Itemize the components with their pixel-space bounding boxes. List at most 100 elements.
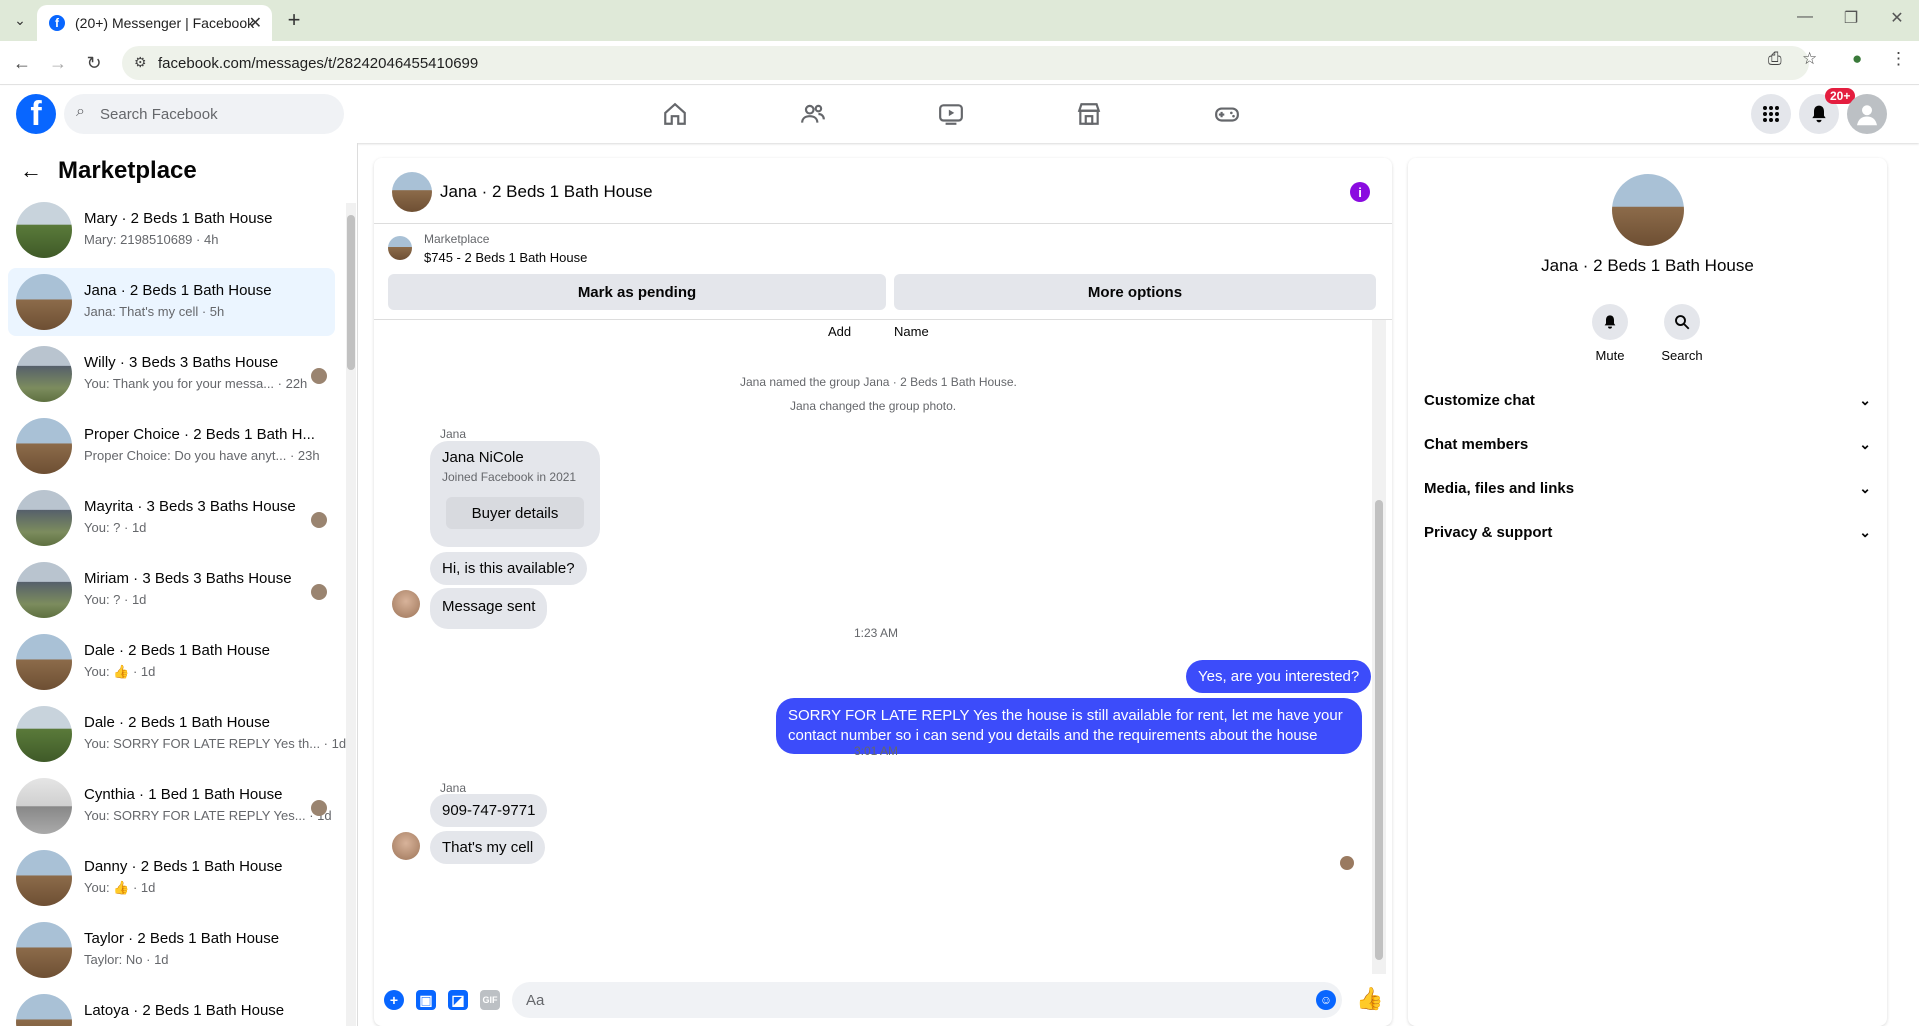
conversation-avatar [16,922,72,978]
minimize-icon[interactable]: — [1790,8,1820,26]
media-files-links-row[interactable]: Media, files and links ⌄ [1424,470,1871,506]
conversation-item[interactable]: Taylor · 2 Beds 1 Bath House Taylor: No ·… [8,916,335,984]
reload-icon[interactable]: ↻ [80,49,108,77]
home-icon[interactable] [655,94,695,134]
more-options-button[interactable]: More options [894,274,1376,310]
sender-avatar[interactable] [392,590,420,618]
sender-name: Jana [440,427,467,441]
site-info-icon[interactable]: ⚙ [134,54,147,71]
outgoing-message-bubble[interactable]: Yes, are you interested? [1186,660,1372,693]
read-receipt-avatar [311,800,327,816]
message-composer: + ▣ ◪ GIF Aa ☺ 👍 [374,974,1392,1026]
browser-menu-icon[interactable]: ⋮ [1890,49,1907,69]
conversation-info-panel: Jana · 2 Beds 1 Bath House Mute Search C… [1408,158,1887,1026]
sticker-icon[interactable]: ◪ [448,990,468,1010]
mute-action[interactable]: Mute [1580,304,1640,363]
tab-title: (20+) Messenger | Facebook [75,15,255,31]
privacy-support-row[interactable]: Privacy & support ⌄ [1424,514,1871,550]
marketplace-store-icon[interactable] [1069,94,1109,134]
tab-search-dropdown-icon[interactable]: ⌄ [8,8,32,32]
conversation-item[interactable]: Dale · 2 Beds 1 Bath House You: 👍 · 1d [8,628,335,696]
conversation-item[interactable]: Proper Choice · 2 Beds 1 Bath H... Proper… [8,412,335,480]
scrollbar-thumb[interactable] [1375,500,1383,960]
new-tab-icon[interactable]: + [280,6,308,34]
conversation-item[interactable]: Mayrita · 3 Beds 3 Baths House You: ? · 1… [8,484,335,552]
browser-toolbar: ← → ↻ ⚙ facebook.com/messages/t/28242046… [0,41,1919,85]
sender-avatar[interactable] [392,832,420,860]
conversation-avatar [16,346,72,402]
buyer-details-button[interactable]: Buyer details [446,497,584,529]
close-window-icon[interactable]: ✕ [1882,8,1912,28]
profile-icon[interactable]: ● [1852,49,1862,69]
plus-actions-icon[interactable]: + [384,990,404,1010]
close-tab-icon[interactable]: ✕ [249,13,262,33]
thumbs-up-icon[interactable]: 👍 [1356,986,1383,1012]
chat-avatar[interactable] [392,172,432,212]
search-action[interactable]: Search [1652,304,1712,363]
conversation-item[interactable]: Willy · 3 Beds 3 Baths House You: Thank y… [8,340,335,408]
bell-icon[interactable] [1592,304,1628,340]
system-message-photo: Jana changed the group photo. [790,399,957,413]
gif-icon[interactable]: GIF [480,990,500,1010]
list-scrollbar[interactable] [346,203,356,1026]
attach-photo-icon[interactable]: ▣ [416,990,436,1010]
conversation-name: Danny · 2 Beds 1 Bath House [84,858,283,875]
gaming-controller-icon[interactable] [1207,94,1247,134]
add-label[interactable]: Add [828,324,851,339]
chevron-down-icon: ⌄ [1859,435,1871,452]
back-arrow-icon[interactable]: ← [20,158,42,184]
message-bubble[interactable]: Hi, is this available? [430,552,587,585]
chat-title[interactable]: Jana · 2 Beds 1 Bath House [440,182,653,202]
search-placeholder: Search Facebook [100,105,218,123]
browser-tab[interactable]: f (20+) Messenger | Facebook ✕ [37,5,272,41]
message-bubble[interactable]: 909-747-9771 [430,794,548,827]
conversation-name: Proper Choice · 2 Beds 1 Bath H... [84,426,315,443]
friends-icon[interactable] [793,94,833,134]
message-thread: Add Name Jana named the group Jana · 2 B… [374,320,1392,974]
thread-scrollbar[interactable] [1372,320,1386,974]
chevron-down-icon: ⌄ [1859,523,1871,540]
read-receipt-avatar [311,584,327,600]
conversation-info-icon[interactable]: i [1350,182,1370,202]
message-bubble[interactable]: That's my cell [430,831,546,864]
conversation-item[interactable]: Latoya · 2 Beds 1 Bath House [8,988,335,1026]
listing-label: Marketplace [424,232,490,246]
account-avatar[interactable] [1847,94,1887,134]
conversation-avatar [16,706,72,762]
restore-icon[interactable]: ❐ [1836,8,1866,28]
group-avatar[interactable] [1612,174,1684,246]
bookmark-star-icon[interactable]: ☆ [1802,49,1817,69]
search-icon[interactable] [1664,304,1700,340]
conversation-item[interactable]: Dale · 2 Beds 1 Bath House You: SORRY FOR… [8,700,346,768]
watch-video-icon[interactable] [931,94,971,134]
conversation-item[interactable]: Cynthia · 1 Bed 1 Bath House You: SORRY F… [8,772,335,840]
listing-price[interactable]: $745 - 2 Beds 1 Bath House [424,250,587,265]
name-label[interactable]: Name [894,324,929,339]
customize-chat-row[interactable]: Customize chat ⌄ [1424,382,1871,418]
sender-name: Jana [440,781,467,795]
seen-indicator-avatar [1340,856,1354,870]
message-bubble[interactable]: Message sent [430,588,548,629]
listing-thumbnail[interactable] [388,236,412,260]
chat-members-row[interactable]: Chat members ⌄ [1424,426,1871,462]
facebook-logo-icon[interactable]: f [16,94,56,134]
conversation-item[interactable]: Danny · 2 Beds 1 Bath House You: 👍 · 1d [8,844,335,912]
mark-as-pending-button[interactable]: Mark as pending [388,274,886,310]
search-facebook-input[interactable]: ⌕ Search Facebook [64,94,344,134]
conversation-snippet: Proper Choice: Do you have anyt... · 23h [84,448,320,463]
search-icon: ⌕ [76,103,85,120]
forward-arrow-icon[interactable]: → [44,49,72,77]
conversation-item[interactable]: Miriam · 3 Beds 3 Baths House You: ? · 1d [8,556,335,624]
back-arrow-icon[interactable]: ← [8,49,36,77]
conversation-item[interactable]: Mary · 2 Beds 1 Bath House Mary: 21985106… [8,196,335,264]
message-input[interactable]: Aa [512,982,1342,1018]
message-line: contact number so i can send you details… [788,727,1318,744]
marketplace-title: Marketplace [58,157,197,184]
scrollbar-thumb[interactable] [347,215,355,370]
conversation-item[interactable]: Jana · 2 Beds 1 Bath House Jana: That's m… [8,268,335,336]
chat-window: Jana · 2 Beds 1 Bath House i Marketplace… [374,158,1392,1026]
address-bar[interactable]: ⚙ facebook.com/messages/t/28242046455410… [122,46,1809,80]
menu-grid-icon[interactable] [1751,94,1791,134]
emoji-icon[interactable]: ☺ [1316,990,1336,1010]
install-app-icon[interactable]: ⎙ [1768,49,1782,69]
